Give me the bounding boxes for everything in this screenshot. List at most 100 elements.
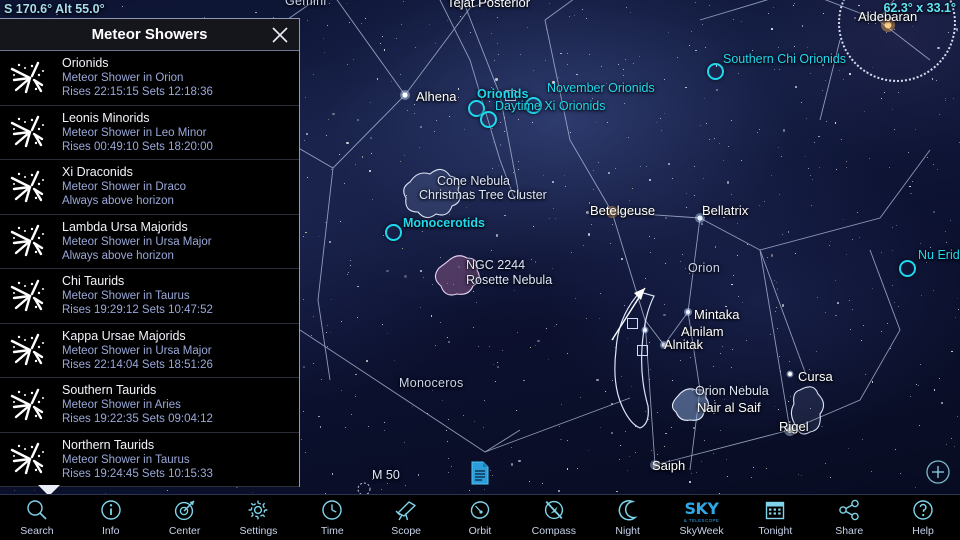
- search-icon: [26, 499, 48, 526]
- list-item[interactable]: Xi Draconids Meteor Shower in Draco Always…: [0, 160, 299, 215]
- toolbar-item-label: Scope: [391, 525, 422, 537]
- toolbar-item-scope[interactable]: Scope: [369, 495, 443, 540]
- shower-subtitle: Meteor Shower in Taurus: [62, 453, 190, 466]
- toolbar-item-label: Help: [912, 525, 934, 537]
- toolbar-item-label: SkyWeek: [679, 525, 724, 537]
- shower-rise-set: Rises 19:22:35 Sets 09:04:12: [62, 413, 213, 426]
- telescope-icon: [394, 499, 418, 526]
- star-label: Alnitak: [664, 337, 704, 352]
- toolbar-item-night[interactable]: Night: [591, 495, 665, 540]
- sky-telescope-wordmark: SKY & TELESCOPE: [684, 501, 720, 524]
- meteor-shower-label: Monocerotids: [403, 216, 485, 230]
- meteor-shower-icon: [4, 328, 56, 372]
- moon-icon: [617, 499, 639, 526]
- deep-sky-object-label: Cone Nebula: [437, 174, 510, 188]
- wordmark-line2: & TELESCOPE: [683, 518, 720, 524]
- toolbar-item-label: Orbit: [468, 525, 492, 537]
- star-label: Cursa: [798, 369, 833, 384]
- bottom-toolbar: Search Info Center Settings Time Scope Orbit Co…: [0, 494, 960, 540]
- meteor-shower-label: Daytime Xi Orionids: [495, 99, 606, 113]
- shower-name: Xi Draconids: [62, 165, 133, 180]
- toolbar-item-label: Night: [615, 525, 640, 537]
- calendar-icon: [764, 500, 786, 526]
- compass-off-icon: [543, 499, 565, 526]
- shower-rise-set: Always above horizon: [62, 249, 174, 262]
- deep-sky-object-label: M 50: [372, 468, 400, 482]
- shower-rise-set: Rises 22:14:04 Sets 18:51:26: [62, 358, 213, 371]
- page-title: Meteor Showers: [91, 26, 208, 43]
- shower-subtitle: Meteor Shower in Draco: [62, 181, 186, 194]
- list-item[interactable]: Chi Taurids Meteor Shower in Taurus Rises …: [0, 269, 299, 324]
- gear-icon: [247, 499, 269, 526]
- star-label: Tejat Posterior: [447, 0, 531, 10]
- toolbar-item-settings[interactable]: Settings: [222, 495, 296, 540]
- list-item-text: Lambda Ursa Majorids Meteor Shower in Urs…: [56, 220, 299, 263]
- toolbar-item-compass[interactable]: Compass: [517, 495, 591, 540]
- list-item[interactable]: Orionids Meteor Shower in Orion Rises 22:1…: [0, 51, 299, 106]
- share-icon: [838, 499, 861, 526]
- list-item[interactable]: Lambda Ursa Majorids Meteor Shower in Urs…: [0, 215, 299, 269]
- status-bar-text: S 170.6° Alt 55.0°: [4, 2, 105, 16]
- deep-sky-object-label: Christmas Tree Cluster: [419, 188, 547, 202]
- question-icon: [912, 499, 934, 526]
- toolbar-item-help[interactable]: Help: [886, 495, 960, 540]
- wordmark-line1: SKY: [684, 499, 720, 519]
- list-item[interactable]: Southern Taurids Meteor Shower in Aries Ri…: [0, 378, 299, 433]
- meteor-shower-icon: [4, 437, 56, 481]
- list-item-text: Southern Taurids Meteor Shower in Aries Ri…: [56, 383, 299, 426]
- article-icon[interactable]: [470, 461, 490, 490]
- star-label: Betelgeuse: [590, 203, 656, 218]
- zoom-in-button[interactable]: [925, 459, 951, 485]
- meteor-shower-icon: [4, 110, 56, 154]
- center-target-icon: [174, 499, 196, 526]
- meteor-shower-icon: [4, 56, 56, 100]
- orbit-icon: [469, 499, 491, 526]
- meteor-shower-icon: [4, 274, 56, 318]
- shower-name: Southern Taurids: [62, 383, 157, 398]
- meteor-shower-icon: [4, 165, 56, 209]
- list-item-text: Kappa Ursae Majorids Meteor Shower in Urs…: [56, 329, 299, 372]
- deep-sky-object-label: NGC 2244: [466, 258, 526, 272]
- star-label: Saiph: [652, 458, 686, 473]
- list-item-text: Chi Taurids Meteor Shower in Taurus Rises …: [56, 274, 299, 317]
- shower-name: Leonis Minorids: [62, 110, 150, 125]
- toolbar-item-label: Tonight: [758, 525, 793, 537]
- toolbar-item-label: Settings: [239, 525, 278, 537]
- toolbar-item-time[interactable]: Time: [295, 495, 369, 540]
- info-icon: [100, 499, 122, 526]
- list-item[interactable]: Kappa Ursae Majorids Meteor Shower in Urs…: [0, 324, 299, 378]
- fov-readout: 62.3° x 33.1°: [883, 1, 956, 15]
- toolbar-item-label: Share: [835, 525, 864, 537]
- meteor-shower-label: Southern Chi Orionids: [723, 52, 846, 66]
- panel-header: Meteor Showers: [0, 19, 299, 51]
- list-item[interactable]: Leonis Minorids Meteor Shower in Leo Mino…: [0, 106, 299, 160]
- meteor-shower-list[interactable]: Orionids Meteor Shower in Orion Rises 22:1…: [0, 51, 299, 487]
- list-item-text: Orionids Meteor Shower in Orion Rises 22:1…: [56, 56, 299, 99]
- toolbar-item-orbit[interactable]: Orbit: [443, 495, 517, 540]
- toolbar-item-skyweek[interactable]: SKY & TELESCOPE SkyWeek: [665, 495, 739, 540]
- toolbar-item-share[interactable]: Share: [812, 495, 886, 540]
- star-label: Rigel: [779, 419, 809, 434]
- deep-sky-object-label: Orion Nebula: [695, 384, 769, 398]
- shower-subtitle: Meteor Shower in Aries: [62, 399, 181, 412]
- shower-name: Northern Taurids: [62, 437, 155, 452]
- toolbar-item-search[interactable]: Search: [0, 495, 74, 540]
- shower-rise-set: Rises 00:49:10 Sets 18:20:00: [62, 140, 213, 153]
- toolbar-item-label: Center: [168, 525, 201, 537]
- star-label: Nair al Saif: [697, 400, 761, 415]
- star-label: Alhena: [416, 89, 457, 104]
- shower-name: Chi Taurids: [62, 274, 125, 289]
- list-item[interactable]: Northern Taurids Meteor Shower in Taurus R…: [0, 433, 299, 487]
- deep-sky-object-label: Rosette Nebula: [466, 273, 553, 287]
- shower-name: Orionids: [62, 56, 109, 71]
- constellation-label: Gemini: [285, 0, 327, 8]
- shower-rise-set: Rises 19:24:45 Sets 10:15:33: [62, 467, 213, 480]
- toolbar-item-center[interactable]: Center: [148, 495, 222, 540]
- toolbar-item-label: Time: [320, 525, 344, 537]
- toolbar-item-tonight[interactable]: Tonight: [738, 495, 812, 540]
- constellation-label: Orion: [688, 261, 721, 275]
- toolbar-item-info[interactable]: Info: [74, 495, 148, 540]
- close-icon[interactable]: [270, 26, 290, 44]
- toolbar-item-label: Search: [20, 525, 54, 537]
- meteor-shower-label: November Orionids: [547, 81, 655, 95]
